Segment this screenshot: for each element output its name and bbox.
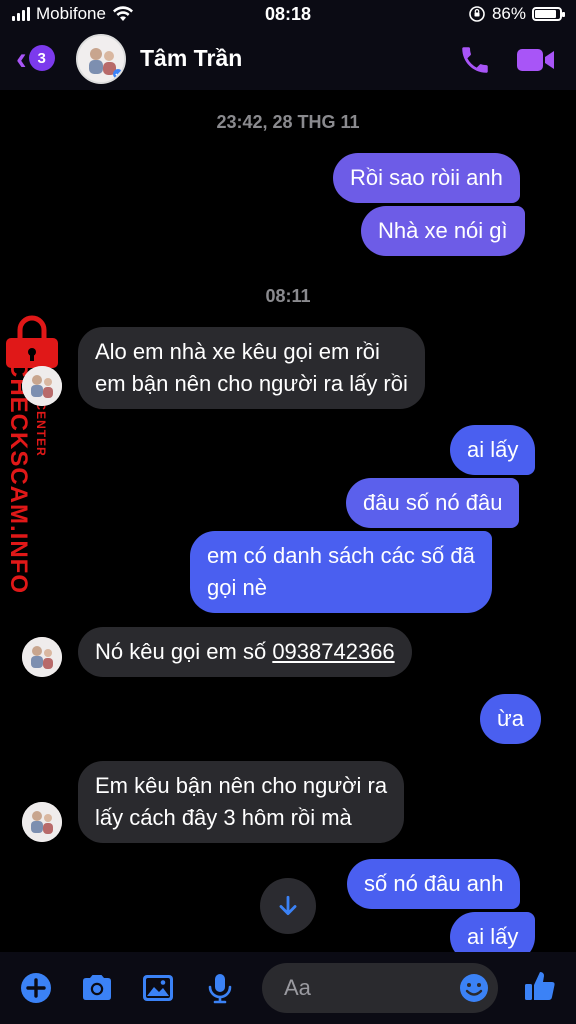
status-bar: Mobifone 08:18 86%	[0, 0, 576, 30]
plus-icon[interactable]	[18, 970, 54, 1006]
outgoing-message[interactable]: Rồi sao ròii anh	[333, 153, 520, 203]
message-input-placeholder: Aa	[284, 975, 311, 1000]
scroll-to-bottom-button[interactable]	[260, 878, 316, 934]
outgoing-message[interactable]: đâu số nó đâu	[346, 478, 520, 528]
unread-count-badge: 3	[28, 45, 55, 71]
emoji-icon[interactable]	[458, 972, 490, 1004]
message-composer: Aa	[0, 952, 576, 1024]
outgoing-message[interactable]: em có danh sách các số đã gọi nè	[190, 531, 492, 613]
contact-avatar-small[interactable]	[22, 802, 62, 842]
chat-header: ‹ 3 Tâm Trần	[0, 30, 576, 90]
message-line: lấy cách đây 3 hôm rồi mà	[95, 805, 352, 830]
microphone-icon[interactable]	[202, 970, 238, 1006]
outgoing-message[interactable]: ai lấy	[450, 425, 536, 475]
camera-icon[interactable]	[79, 970, 115, 1006]
phone-number-link[interactable]: 0938742366	[272, 639, 394, 664]
chevron-left-icon: ‹	[16, 40, 27, 76]
contact-name[interactable]: Tâm Trần	[140, 45, 242, 72]
thumbs-up-icon[interactable]	[522, 968, 558, 1004]
message-line: Em kêu bận nên cho người ra	[95, 773, 388, 798]
incoming-message[interactable]: Alo em nhà xe kêu gọi em rồi em bận nên …	[78, 327, 425, 409]
status-right: 86%	[468, 4, 565, 24]
contact-avatar-small[interactable]	[22, 637, 62, 677]
photo-gallery-icon[interactable]	[140, 970, 176, 1006]
timestamp-divider: 23:42, 28 THG 11	[216, 112, 360, 132]
avatar-photo	[78, 36, 124, 82]
contact-avatar-small[interactable]	[22, 366, 62, 406]
contact-avatar[interactable]	[76, 34, 126, 84]
incoming-message[interactable]: Nó kêu gọi em số 0938742366	[78, 627, 412, 677]
message-text: Nó kêu gọi em số	[95, 639, 273, 664]
phone-call-icon[interactable]	[458, 43, 492, 77]
video-call-icon[interactable]	[516, 46, 556, 74]
message-line: Alo em nhà xe kêu gọi em rồi	[95, 339, 380, 364]
back-button[interactable]: ‹ 3	[16, 42, 55, 74]
orientation-lock-icon	[469, 6, 485, 22]
outgoing-message[interactable]: Nhà xe nói gì	[361, 206, 525, 256]
arrow-down-icon	[279, 895, 297, 915]
message-input[interactable]: Aa	[262, 963, 498, 1013]
battery-icon	[532, 7, 565, 21]
messenger-chat-screen: Mobifone 08:18 86% ‹ 3 Tâm Trần 23:42, 2…	[0, 0, 576, 1024]
outgoing-message[interactable]: ừa	[480, 694, 541, 744]
battery-percent: 86%	[491, 4, 526, 23]
message-line: gọi nè	[207, 575, 267, 600]
outgoing-message[interactable]: số nó đâu anh	[347, 859, 521, 909]
message-line: em có danh sách các số đã	[207, 543, 475, 568]
timestamp-divider: 08:11	[265, 286, 311, 306]
incoming-message[interactable]: Em kêu bận nên cho người ra lấy cách đây…	[78, 761, 405, 843]
message-line: em bận nên cho người ra lấy rồi	[95, 371, 408, 396]
